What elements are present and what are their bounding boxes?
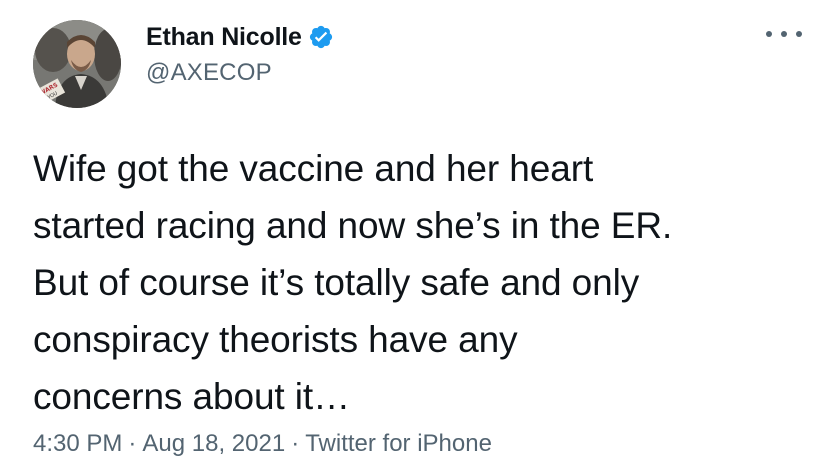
author-avatar[interactable]: WARS L YOU [33, 20, 121, 108]
name-row: Ethan Nicolle [146, 19, 334, 55]
tweet-source[interactable]: Twitter for iPhone [305, 430, 492, 458]
tweet-time[interactable]: 4:30 PM [33, 430, 122, 458]
meta-separator: · [291, 430, 300, 457]
verified-badge-icon [308, 24, 334, 50]
author-header: Ethan Nicolle @AXECOP [146, 19, 334, 87]
profile-photo: WARS L YOU [33, 20, 121, 108]
more-horizontal-icon-dot [796, 31, 802, 37]
author-display-name[interactable]: Ethan Nicolle [146, 23, 302, 52]
tweet-card: WARS L YOU Ethan Nicolle @AXECOP Wife go… [0, 0, 828, 472]
tweet-text: Wife got the vaccine and her heart start… [33, 148, 673, 417]
more-horizontal-icon-dot [781, 31, 787, 37]
meta-separator: · [128, 430, 137, 457]
tweet-date[interactable]: Aug 18, 2021 [142, 430, 285, 458]
more-options-button[interactable] [766, 24, 802, 44]
tweet-metadata: 4:30 PM · Aug 18, 2021 · Twitter for iPhone [33, 430, 492, 458]
more-horizontal-icon [766, 31, 772, 37]
author-handle[interactable]: @AXECOP [146, 59, 334, 87]
